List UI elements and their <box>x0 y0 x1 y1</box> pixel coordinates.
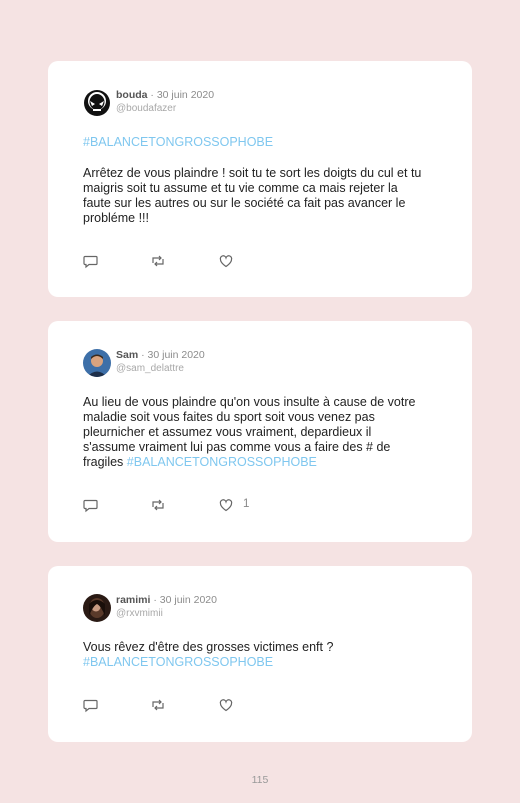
heart-icon <box>219 699 233 712</box>
tweet-date: · 30 juin 2020 <box>150 594 217 606</box>
retweet-button[interactable] <box>150 253 166 269</box>
like-count: 1 <box>243 498 250 510</box>
page-number: 115 <box>251 774 269 786</box>
hashtag-link[interactable]: #BALANCETONGROSSOPHOBE <box>83 655 423 670</box>
tweet-text: Au lieu de vous plaindre qu'on vous insu… <box>83 395 423 470</box>
retweet-icon <box>152 699 164 711</box>
tweet-actions <box>83 253 283 269</box>
author-name[interactable]: ramimi <box>116 594 150 606</box>
profile-photo-avatar <box>83 349 111 377</box>
alien-skull-avatar-icon <box>84 90 110 116</box>
reply-icon <box>83 499 98 513</box>
profile-photo-avatar <box>83 594 111 622</box>
tweet-date: · 30 juin 2020 <box>138 349 205 361</box>
author-handle[interactable]: @boudafazer <box>116 102 214 115</box>
retweet-button[interactable] <box>150 497 166 513</box>
like-button[interactable] <box>218 697 234 713</box>
like-button[interactable] <box>218 497 234 513</box>
avatar[interactable] <box>83 349 111 377</box>
heart-icon <box>219 499 233 512</box>
avatar[interactable] <box>83 594 111 622</box>
tweet-actions: 1 <box>83 497 283 513</box>
retweet-icon <box>152 499 164 511</box>
tweet-card: bouda · 30 juin 2020 @boudafazer #BALANC… <box>48 61 472 297</box>
tweet-card: Sam · 30 juin 2020 @sam_delattre Au lieu… <box>48 321 472 542</box>
tweet-card: ramimi · 30 juin 2020 @rxvmimii Vous rêv… <box>48 566 472 742</box>
reply-button[interactable] <box>83 497 99 513</box>
hashtag-link[interactable]: #BALANCETONGROSSOPHOBE <box>127 455 317 469</box>
like-button[interactable] <box>218 253 234 269</box>
reply-button[interactable] <box>83 697 99 713</box>
reply-icon <box>83 255 98 269</box>
heart-icon <box>219 255 233 268</box>
reply-icon <box>83 699 98 713</box>
tweet-date: · 30 juin 2020 <box>147 89 215 101</box>
tweet-text: Vous rêvez d'être des grosses victimes e… <box>83 640 334 654</box>
author-handle[interactable]: @rxvmimii <box>116 607 217 620</box>
author-handle[interactable]: @sam_delattre <box>116 362 205 375</box>
tweet-text: Arrêtez de vous plaindre ! soit tu te so… <box>83 166 422 225</box>
avatar[interactable] <box>83 89 111 117</box>
author-name[interactable]: bouda <box>116 89 148 101</box>
tweet-actions <box>83 697 283 713</box>
retweet-button[interactable] <box>150 697 166 713</box>
reply-button[interactable] <box>83 253 99 269</box>
hashtag-link[interactable]: #BALANCETONGROSSOPHOBE <box>83 135 423 150</box>
retweet-icon <box>152 255 164 267</box>
author-name[interactable]: Sam <box>116 349 138 361</box>
